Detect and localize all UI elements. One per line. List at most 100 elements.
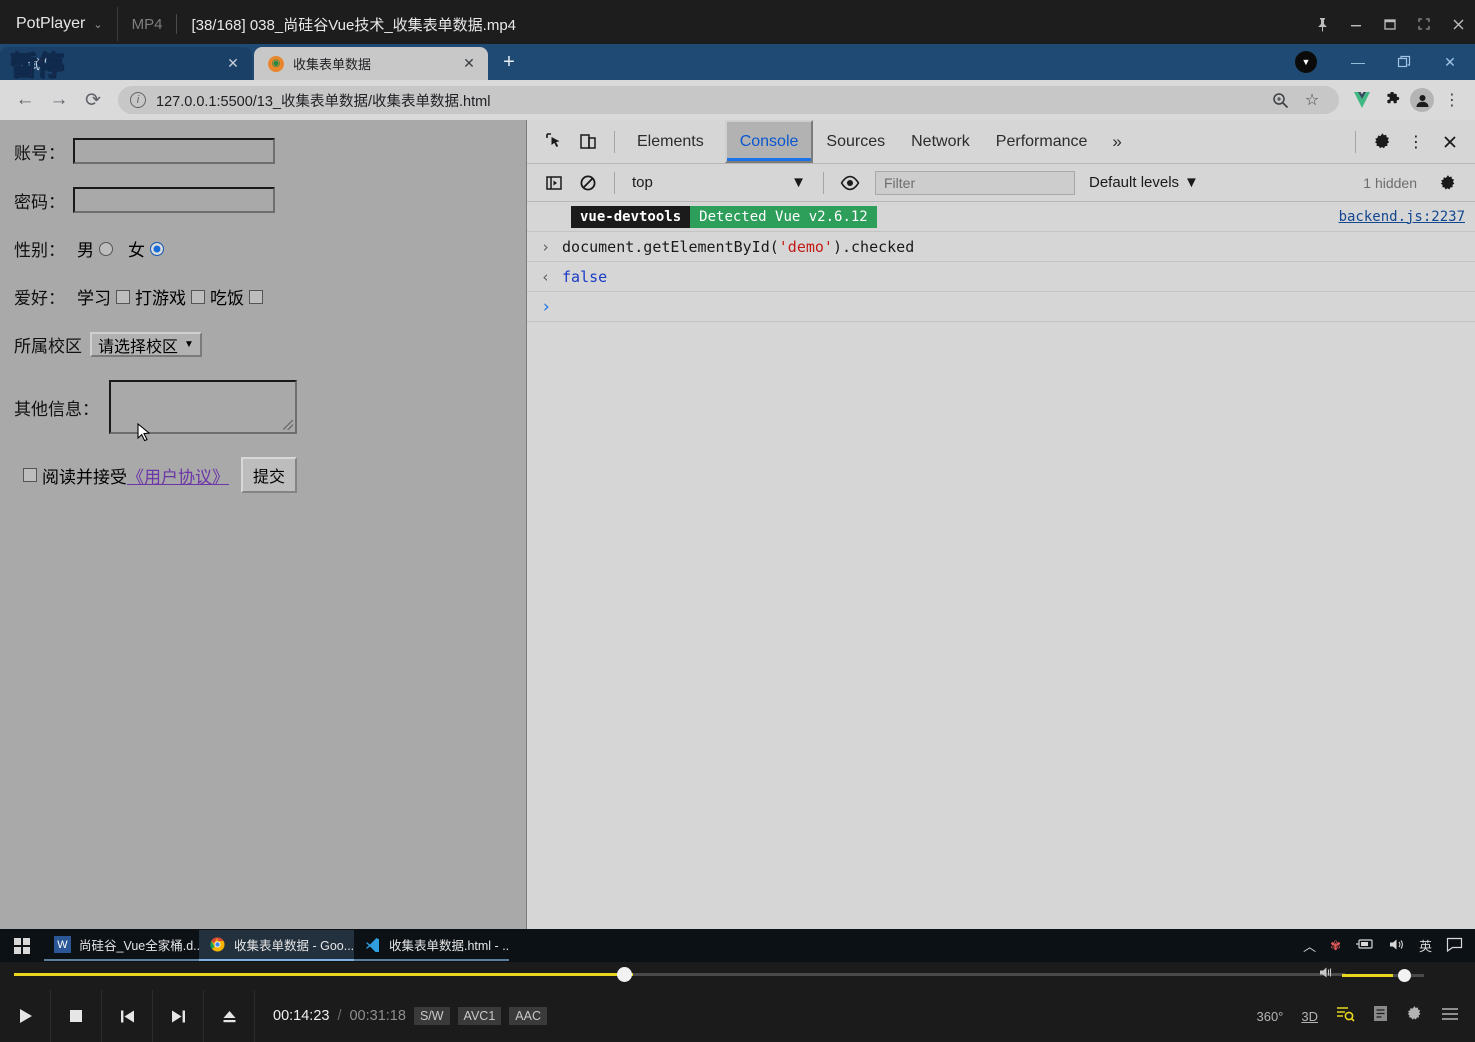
gender-radio-male[interactable] bbox=[99, 241, 113, 256]
back-arrow-icon[interactable]: ← bbox=[8, 83, 42, 117]
battery-icon[interactable] bbox=[1355, 938, 1375, 953]
tab-title: 面试题 bbox=[14, 57, 54, 72]
user-agreement-link[interactable]: 《用户协议》 bbox=[127, 463, 229, 488]
close-icon[interactable]: ✕ bbox=[1427, 45, 1473, 79]
live-expression-eye-icon[interactable] bbox=[833, 166, 867, 200]
gender-radio-female[interactable] bbox=[150, 241, 164, 256]
tab-performance[interactable]: Performance bbox=[983, 120, 1101, 163]
browser-tab-1[interactable]: 面试题 ✕ bbox=[0, 47, 252, 80]
tab-console[interactable]: Console bbox=[724, 120, 814, 163]
speaker-icon[interactable] bbox=[1319, 966, 1336, 984]
chevron-up-icon[interactable]: ︿ bbox=[1303, 936, 1316, 955]
console-context-select[interactable]: top ▼ bbox=[628, 171, 814, 195]
zoom-icon[interactable] bbox=[1265, 85, 1295, 115]
vue-devtools-icon[interactable] bbox=[1347, 85, 1377, 115]
settings-gear-icon[interactable] bbox=[1406, 1005, 1423, 1027]
console-command-before: document.getElementById( bbox=[562, 237, 779, 256]
chrome-tabstrip: 面试题 ✕ ◉ 收集表单数据 ✕ + ▼ — ✕ bbox=[0, 44, 1475, 80]
password-input[interactable] bbox=[73, 187, 275, 213]
chrome-window: 面试题 ✕ ◉ 收集表单数据 ✕ + ▼ — ✕ ← → ⟳ i 127.0.0… bbox=[0, 44, 1475, 929]
settings-gear-icon[interactable] bbox=[1431, 166, 1465, 200]
chevron-down-icon[interactable]: ⌄ bbox=[93, 18, 102, 31]
taskbar-item-word[interactable]: W 尚硅谷_Vue全家桶.d... bbox=[44, 930, 199, 961]
minimize-icon[interactable]: — bbox=[1335, 45, 1381, 79]
close-icon[interactable] bbox=[1433, 125, 1467, 159]
vr-360-button[interactable]: 360° bbox=[1256, 1009, 1283, 1024]
browser-viewport: 账号： 密码： 性别： 男 女 爱好： 学习 打游戏 吃饭 所属校区 请选择校区… bbox=[0, 120, 1475, 929]
playlist-search-icon[interactable] bbox=[1336, 1005, 1355, 1027]
agreement-checkbox[interactable] bbox=[23, 468, 37, 482]
mouse-cursor-icon bbox=[137, 423, 151, 442]
system-tray: ︿ ✾ 英 bbox=[1303, 936, 1475, 955]
forward-arrow-icon[interactable]: → bbox=[42, 83, 76, 117]
stop-button[interactable] bbox=[51, 990, 102, 1042]
hobby-game-label: 打游戏 bbox=[135, 289, 186, 308]
submit-button[interactable]: 提交 bbox=[241, 457, 298, 493]
pin-icon[interactable] bbox=[1305, 0, 1339, 48]
inspect-element-icon[interactable] bbox=[537, 125, 571, 159]
devtools-menu-icon[interactable]: ⋮ bbox=[1399, 125, 1433, 159]
taskbar-item-vscode[interactable]: 收集表单数据.html - ... bbox=[354, 930, 509, 961]
chrome-profile-badge[interactable]: ▼ bbox=[1295, 51, 1317, 73]
more-tabs-icon[interactable]: » bbox=[1100, 132, 1133, 152]
seek-track[interactable] bbox=[14, 973, 1345, 976]
eject-button[interactable] bbox=[204, 990, 255, 1042]
minimize-icon[interactable] bbox=[1339, 0, 1373, 48]
password-label: 密码： bbox=[14, 192, 65, 212]
account-label: 账号： bbox=[14, 143, 65, 163]
previous-button[interactable] bbox=[102, 990, 153, 1042]
chrome-menu-icon[interactable]: ⋮ bbox=[1437, 85, 1467, 115]
bookmark-star-icon[interactable]: ☆ bbox=[1297, 85, 1327, 115]
windows-start-icon[interactable] bbox=[0, 937, 44, 954]
tab-network[interactable]: Network bbox=[898, 120, 983, 163]
gender-label: 性别： bbox=[14, 241, 65, 260]
console-output[interactable]: vue-devtools Detected Vue v2.6.12 backend… bbox=[527, 202, 1475, 929]
hobby-checkbox-eat[interactable] bbox=[249, 289, 263, 304]
browser-tab-2[interactable]: ◉ 收集表单数据 ✕ bbox=[254, 47, 488, 80]
volume-handle[interactable] bbox=[1398, 968, 1411, 982]
console-sidebar-icon[interactable] bbox=[537, 166, 571, 200]
menu-icon[interactable] bbox=[1441, 1007, 1459, 1026]
volume-track[interactable] bbox=[1342, 968, 1424, 982]
hobby-checkbox-study[interactable] bbox=[116, 289, 130, 304]
campus-select[interactable]: 请选择校区 ▼ bbox=[90, 332, 202, 357]
volume-icon[interactable] bbox=[1389, 938, 1405, 954]
notification-icon[interactable] bbox=[1446, 937, 1463, 955]
vr-3d-button[interactable]: 3D bbox=[1301, 1009, 1318, 1024]
clear-console-icon[interactable] bbox=[571, 166, 605, 200]
restore-icon[interactable] bbox=[1381, 45, 1427, 79]
extensions-puzzle-icon[interactable] bbox=[1377, 85, 1407, 115]
seek-handle[interactable] bbox=[617, 967, 632, 982]
info-circle-icon[interactable]: i bbox=[130, 92, 146, 108]
taskbar-item-chrome[interactable]: 收集表单数据 - Goo... bbox=[199, 930, 354, 961]
hidden-messages-area: 1 hidden bbox=[1363, 166, 1475, 200]
close-icon[interactable] bbox=[1441, 0, 1475, 48]
hobby-checkbox-game[interactable] bbox=[191, 289, 205, 304]
console-row-prompt[interactable]: › bbox=[527, 292, 1475, 322]
close-icon[interactable]: ✕ bbox=[224, 55, 242, 72]
reload-icon[interactable]: ⟳ bbox=[76, 83, 110, 117]
agreement-prefix-label: 阅读并接受 bbox=[42, 467, 127, 487]
console-source-link[interactable]: backend.js:2237 bbox=[1339, 209, 1465, 225]
hidden-messages-count: 1 hidden bbox=[1363, 174, 1417, 191]
flower-icon[interactable]: ✾ bbox=[1330, 938, 1341, 954]
chrome-window-controls: ▼ — ✕ bbox=[1295, 44, 1475, 80]
device-toolbar-icon[interactable] bbox=[571, 125, 605, 159]
new-tab-button[interactable]: + bbox=[494, 47, 524, 77]
play-button[interactable] bbox=[0, 990, 51, 1042]
tab-elements[interactable]: Elements bbox=[624, 120, 717, 163]
settings-gear-icon[interactable] bbox=[1365, 125, 1399, 159]
console-log-levels-select[interactable]: Default levels ▼ bbox=[1089, 174, 1199, 191]
tab-sources[interactable]: Sources bbox=[813, 120, 898, 163]
console-filter-input[interactable]: Filter bbox=[875, 170, 1075, 195]
account-input[interactable] bbox=[73, 138, 275, 164]
close-icon[interactable]: ✕ bbox=[460, 55, 478, 72]
ime-language-indicator[interactable]: 英 bbox=[1419, 936, 1432, 955]
playlist-icon[interactable] bbox=[1373, 1005, 1388, 1027]
next-button[interactable] bbox=[153, 990, 204, 1042]
maximize-icon[interactable] bbox=[1373, 0, 1407, 48]
fullscreen-icon[interactable] bbox=[1407, 0, 1441, 48]
profile-avatar-icon[interactable] bbox=[1407, 85, 1437, 115]
current-time: 00:14:23 bbox=[273, 1008, 330, 1024]
address-bar[interactable]: i 127.0.0.1:5500/13_收集表单数据/收集表单数据.html ☆ bbox=[118, 86, 1339, 114]
